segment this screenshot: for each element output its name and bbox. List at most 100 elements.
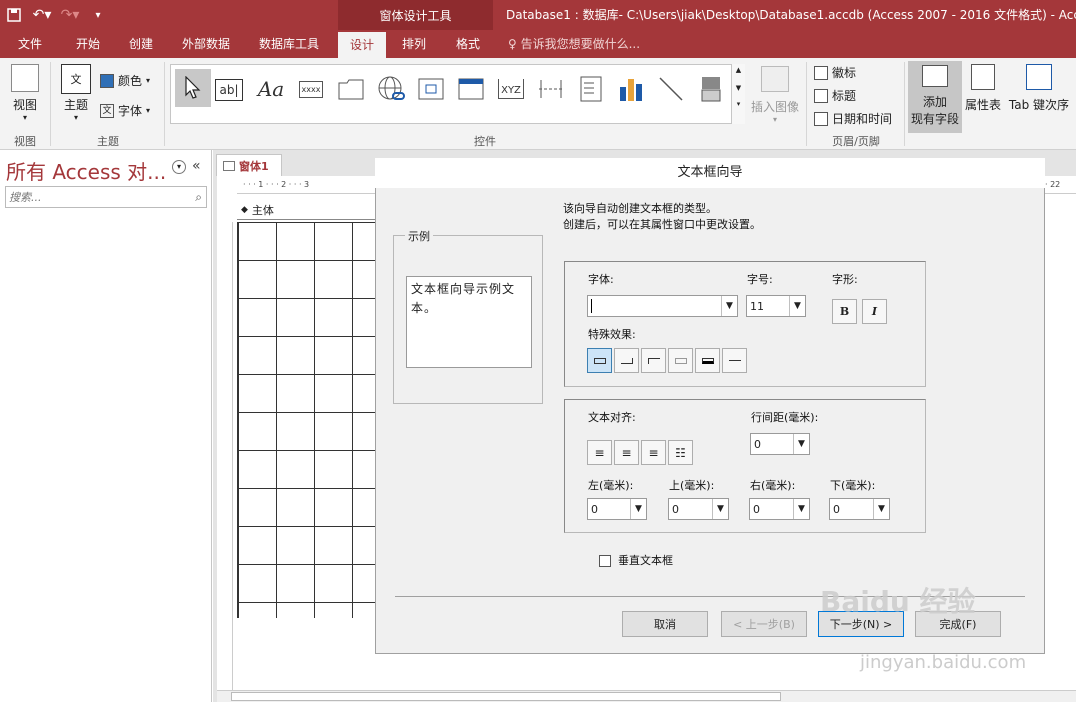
group-label-controls: 控件 — [474, 135, 496, 148]
chevron-down-icon[interactable]: ▼ — [789, 296, 805, 316]
logo-button[interactable]: 徽标 — [814, 64, 856, 81]
font-combo[interactable]: ▼ — [587, 295, 738, 317]
align-right-button[interactable]: ≡ — [641, 440, 666, 465]
controls-gallery: ab| Aa xxxx XYZ — [170, 64, 745, 124]
logo-icon — [814, 65, 828, 80]
effect-flat-button[interactable] — [587, 348, 612, 373]
view-button[interactable]: 视图 ▾ — [8, 64, 42, 122]
align-center-button[interactable]: ≡ — [614, 440, 639, 465]
effect-etched-icon — [674, 357, 687, 364]
line-spacing-combo[interactable]: 0 ▼ — [750, 433, 810, 455]
align-left-icon: ≡ — [594, 445, 605, 460]
property-sheet-label: 属性表 — [964, 98, 1001, 112]
tab-home[interactable]: 开始 — [62, 30, 114, 58]
scroll-up-icon[interactable]: ▲ — [732, 66, 745, 74]
tab-external-data[interactable]: 外部数据 — [170, 30, 242, 58]
fields-list-icon — [922, 65, 948, 87]
gallery-scrollbar[interactable]: ▲ ▼ ▾ — [731, 64, 745, 124]
document-tab-form1[interactable]: 窗体1 — [216, 154, 282, 176]
align-distribute-button[interactable]: ☷ — [668, 440, 693, 465]
effect-etched-button[interactable] — [668, 348, 693, 373]
image-icon — [761, 66, 789, 92]
tell-me-box[interactable]: ♀ 告诉我您想要做什么... — [508, 30, 640, 58]
chevron-down-icon[interactable]: ▼ — [793, 499, 809, 519]
nav-pane-title[interactable]: 所有 Access 对... — [6, 156, 166, 185]
detail-section-bar[interactable]: ◆ 主体 — [237, 200, 387, 220]
tab-order-button[interactable]: Tab 键次序 — [1004, 64, 1074, 113]
font-combo-caret — [591, 299, 592, 313]
tab-format[interactable]: 格式 — [446, 30, 490, 58]
italic-button[interactable]: I — [862, 299, 887, 324]
left-margin-combo[interactable]: 0 ▼ — [587, 498, 647, 520]
property-sheet-icon — [971, 64, 995, 90]
redo-icon[interactable]: ↷▾ — [56, 2, 84, 28]
hyperlink-control-icon[interactable] — [375, 73, 407, 105]
tab-create[interactable]: 创建 — [118, 30, 164, 58]
chevron-down-icon: ▾ — [73, 113, 78, 122]
bottom-margin-combo[interactable]: 0 ▼ — [829, 498, 890, 520]
save-icon[interactable] — [0, 2, 28, 28]
web-browser-control-icon[interactable] — [415, 73, 447, 105]
chevron-down-icon[interactable]: ▼ — [873, 499, 889, 519]
vertical-textbox-checkbox[interactable] — [599, 555, 611, 567]
title-button[interactable]: 标题 — [814, 87, 856, 104]
theme-button[interactable]: 文 主题 ▾ — [58, 64, 94, 122]
line-control-icon[interactable] — [655, 73, 687, 105]
effect-sunken-button[interactable] — [641, 348, 666, 373]
tab-design[interactable]: 设计 — [338, 32, 386, 58]
fonts-button[interactable]: 文 字体 ▾ — [100, 102, 150, 119]
bold-button[interactable]: B — [832, 299, 857, 324]
textbox-control-icon[interactable]: ab| — [215, 79, 243, 101]
collapse-pane-icon[interactable]: « — [192, 158, 201, 174]
top-margin-combo[interactable]: 0 ▼ — [668, 498, 729, 520]
nav-search-box[interactable]: ⌕ — [5, 186, 207, 208]
size-combo[interactable]: 11 ▼ — [746, 295, 806, 317]
chart-control-icon[interactable] — [615, 73, 647, 105]
right-margin-combo[interactable]: 0 ▼ — [749, 498, 810, 520]
undo-icon[interactable]: ↶▾ — [28, 2, 56, 28]
align-right-icon: ≡ — [648, 445, 659, 460]
design-grid[interactable] — [237, 222, 377, 618]
scroll-down-icon[interactable]: ▼ — [732, 84, 745, 92]
group-label-header-footer: 页眉/页脚 — [832, 135, 880, 148]
chevron-down-icon[interactable]: ▼ — [793, 434, 809, 454]
page-break-icon[interactable] — [535, 73, 567, 105]
tab-file[interactable]: 文件 — [6, 30, 54, 58]
vertical-ruler — [219, 222, 233, 692]
back-button[interactable]: < 上一步(B) — [721, 611, 807, 637]
nav-menu-chevron-icon[interactable]: ▾ — [172, 160, 186, 174]
scrollbar-thumb[interactable] — [231, 692, 781, 701]
select-pointer-icon[interactable] — [175, 69, 211, 107]
chevron-down-icon[interactable]: ▼ — [712, 499, 728, 519]
colors-button[interactable]: 颜色 ▾ — [100, 72, 150, 89]
cancel-button[interactable]: 取消 — [622, 611, 708, 637]
customize-qat-icon[interactable]: ▾ — [84, 2, 112, 28]
add-existing-fields-button[interactable]: 添加 现有字段 — [908, 61, 962, 133]
nav-search-input[interactable] — [6, 190, 186, 204]
combo-box-control-icon[interactable] — [575, 73, 607, 105]
vertical-textbox-label: 垂直文本框 — [618, 554, 673, 567]
tab-arrange[interactable]: 排列 — [392, 30, 436, 58]
chevron-down-icon[interactable]: ▼ — [630, 499, 646, 519]
align-left-button[interactable]: ≡ — [587, 440, 612, 465]
effect-shadowed-button[interactable] — [695, 348, 720, 373]
toggle-button-control-icon[interactable] — [695, 73, 727, 105]
chevron-down-icon[interactable]: ▼ — [721, 296, 737, 316]
search-icon[interactable]: ⌕ — [195, 190, 202, 205]
button-control-icon[interactable]: xxxx — [295, 73, 327, 105]
navigation-control-icon[interactable] — [455, 73, 487, 105]
tab-control-icon[interactable] — [335, 73, 367, 105]
insert-image-button[interactable]: 插入图像 ▾ — [748, 66, 802, 124]
horizontal-scrollbar[interactable] — [217, 690, 1076, 702]
gallery-more-icon[interactable]: ▾ — [732, 100, 745, 108]
effect-flat-icon — [593, 357, 606, 364]
label-control-icon[interactable]: Aa — [255, 73, 287, 105]
effect-chiseled-button[interactable] — [722, 348, 747, 373]
intro-line-1: 该向导自动创建文本框的类型。 — [563, 202, 717, 215]
date-time-button[interactable]: 日期和时间 — [814, 110, 892, 127]
tab-database-tools[interactable]: 数据库工具 — [248, 30, 330, 58]
effect-raised-button[interactable] — [614, 348, 639, 373]
sample-legend: 示例 — [405, 228, 433, 244]
property-sheet-button[interactable]: 属性表 — [964, 64, 1002, 113]
option-group-icon[interactable]: XYZ — [495, 73, 527, 105]
